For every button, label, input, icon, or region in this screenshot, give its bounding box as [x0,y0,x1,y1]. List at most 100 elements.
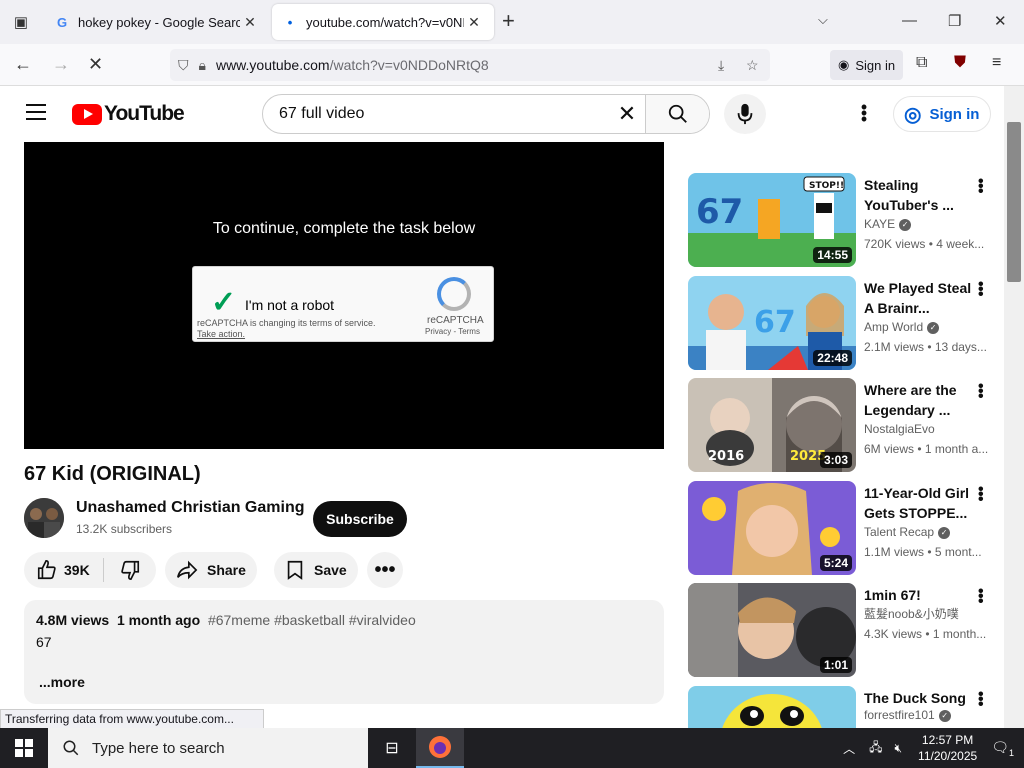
recommendation-thumbnail[interactable]: 1:01 [688,583,856,677]
youtube-signin-button[interactable]: ◎ Sign in [893,96,991,132]
recommendation-thumbnail[interactable]: 2016 2025 3:03 [688,378,856,472]
recommendation-title: Where are the Legendary ... [864,382,957,418]
dislike-button[interactable] [104,559,156,581]
recommendation-item[interactable]: 2016 2025 3:03 Where are the Legendary ..… [688,378,998,472]
new-tab-button[interactable]: + [502,10,515,32]
task-view-icon[interactable]: ⊟ [368,738,416,758]
youtube-header: YouTube ✕ ••• ◎ Sign in [0,86,1004,142]
verified-check-icon: ✓ [938,526,951,539]
recommendation-thumbnail[interactable]: 67 STOP!! 14:55 [688,173,856,267]
stop-loading-icon[interactable]: ✕ [88,54,103,75]
video-title: 67 Kid (ORIGINAL) [24,463,201,485]
settings-kebab-icon[interactable]: • • • [856,98,872,128]
close-tab-icon[interactable]: ✕ [464,14,484,31]
recommendation-thumbnail[interactable]: 5:24 [688,481,856,575]
notification-center-icon[interactable]: 🗨︎1 [991,739,1014,758]
recommendation-item[interactable]: 67 22:48 We Played Steal A Brainr... Amp… [688,276,998,370]
recommendation-menu-icon[interactable]: • • • [978,277,984,303]
show-hidden-icons-icon[interactable]: ︿ [843,740,855,757]
forward-icon[interactable]: → [52,54,70,75]
close-window-icon[interactable]: ✕ [994,12,1007,30]
recommendation-menu-icon[interactable]: • • • [978,584,984,610]
share-button[interactable]: Share [165,552,257,588]
search-button[interactable] [645,95,709,133]
checkmark-icon[interactable]: ✓ [211,285,236,320]
taskbar-search-box[interactable]: Type here to search [48,728,368,768]
subscribe-button[interactable]: Subscribe [313,501,407,537]
youtube-logo-text: YouTube [104,102,185,125]
like-button[interactable]: 39K [24,558,104,582]
video-player[interactable]: To continue, complete the task below ✓ I… [24,142,664,449]
save-to-pocket-icon[interactable]: ⤓ [718,57,724,74]
video-duration: 5:24 [819,555,852,571]
back-icon[interactable]: ← [14,54,32,75]
scrollbar-thumb[interactable] [1007,122,1021,282]
hashtags[interactable]: #67meme #basketball #viralvideo [208,612,416,628]
recommendation-menu-icon[interactable]: • • • [978,174,984,200]
minimize-icon[interactable]: — [902,12,917,29]
video-duration: 3:03 [819,452,852,468]
recommendation-stats: 2.1M views • 13 days... [864,340,987,354]
recommendation-menu-icon[interactable]: • • • [978,687,984,713]
tab-dropdown-icon[interactable]: ⌵ [818,12,828,28]
channel-name[interactable]: Unashamed Christian Gaming [76,499,305,517]
channel-avatar[interactable] [24,498,64,538]
save-button[interactable]: Save [274,552,358,588]
google-favicon-icon: G [56,14,68,30]
recaptcha-widget[interactable]: ✓ I'm not a robot reCAPTCHA is changing … [192,266,494,342]
page-scrollbar[interactable] [1004,86,1024,728]
volume-muted-icon[interactable]: 🔇︎ [894,741,902,756]
captcha-take-action-link[interactable]: Take action. [197,329,245,339]
search-input[interactable] [263,105,609,123]
extensions-icon[interactable]: ⧉ [916,54,927,72]
url-bar[interactable]: ⛉ 🔒︎ www.youtube.com/watch?v=v0NDDoNRtQ8… [170,49,770,81]
clear-search-icon[interactable]: ✕ [609,101,645,127]
bookmark-star-icon[interactable]: ☆ [746,57,759,74]
maximize-icon[interactable]: ❐ [948,12,961,30]
recommendation-item[interactable]: 67 STOP!! 14:55 Stealing YouTuber's ... K… [688,173,998,267]
recommendation-item[interactable]: The Duck Song forrestfire101 ✓ • • • [688,686,998,728]
captcha-terms-link[interactable]: Privacy - Terms [425,327,480,336]
like-count: 39K [64,562,90,578]
tab-google-search[interactable]: G hokey pokey - Google Search ✕ [44,4,270,40]
shield-icon[interactable]: ⛉ [178,57,189,74]
recommendation-thumbnail[interactable]: 67 22:48 [688,276,856,370]
voice-search-button[interactable] [724,94,766,134]
url-host: www.youtube.com [215,57,330,73]
system-tray: ︿ 🖧︎ 🔇︎ 12:57 PM 11/20/2025 🗨︎1 [835,728,1024,768]
svg-text:67: 67 [754,305,796,340]
recaptcha-logo-icon [437,277,471,311]
url-path: /watch?v=v0NDDoNRtQ8 [329,57,489,73]
recommendation-item[interactable]: 5:24 11-Year-Old Girl Gets STOPPE... Tal… [688,481,998,575]
firefox-taskbar-icon[interactable] [416,728,464,768]
show-more-link[interactable]: ...more [39,674,85,690]
youtube-logo[interactable]: YouTube [72,102,185,126]
firefox-account-button[interactable]: ◉ Sign in [830,50,904,80]
clock-date: 11/20/2025 [918,749,978,763]
ublock-icon[interactable]: ⛊ [954,54,966,72]
taskbar-search-placeholder: Type here to search [92,739,225,757]
thumbnail-stop-text: STOP!! [809,181,844,191]
recommendation-title: We Played Steal A Brainr... [864,280,972,316]
network-icon[interactable]: 🖧︎ [869,738,882,759]
lock-icon[interactable]: 🔒︎ [199,57,206,74]
tab-youtube[interactable]: • youtube.com/watch?v=v0NDDo ✕ [272,4,494,40]
recommendation-menu-icon[interactable]: • • • [978,482,984,508]
more-actions-icon[interactable]: ••• [367,552,403,588]
tab-label: youtube.com/watch?v=v0NDDo [306,14,464,30]
recommendation-menu-icon[interactable]: • • • [978,379,984,405]
captcha-notice: reCAPTCHA is changing its terms of servi… [197,318,376,328]
clock[interactable]: 12:57 PM 11/20/2025 [918,732,977,764]
start-button[interactable] [0,728,48,768]
close-tab-icon[interactable]: ✕ [240,14,260,31]
share-label: Share [207,562,246,578]
tab-list-icon[interactable]: ▣ [0,0,42,44]
description-box[interactable]: 4.8M views 1 month ago #67meme #basketba… [24,600,664,704]
recommendation-item[interactable]: 1:01 1min 67! 藍髮noob&小奶噗 4.3K views • 1 … [688,583,998,677]
recommendation-thumbnail[interactable] [688,686,856,728]
guide-menu-icon[interactable] [26,104,46,120]
subscriber-count: 13.2K subscribers [76,522,173,536]
recommendation-title: 11-Year-Old Girl Gets STOPPE... [864,485,970,521]
verified-check-icon: ✓ [899,218,912,231]
app-menu-icon[interactable]: ≡ [992,54,1001,72]
